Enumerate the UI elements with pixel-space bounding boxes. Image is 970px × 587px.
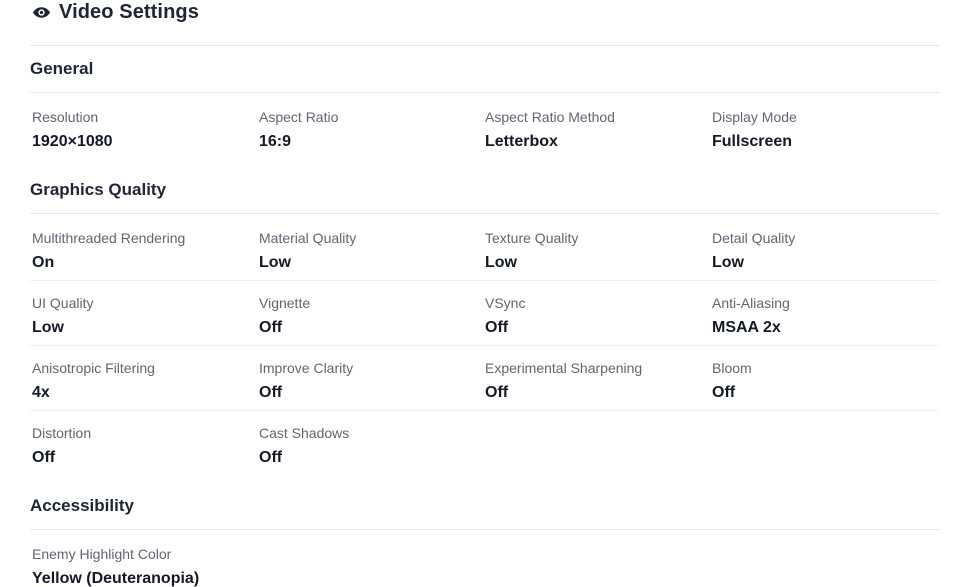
setting-bloom[interactable]: Bloom Off [712,360,932,402]
setting-label: Aspect Ratio Method [485,109,615,125]
setting-material-quality[interactable]: Material Quality Low [259,230,479,272]
setting-anti-aliasing[interactable]: Anti-Aliasing MSAA 2x [712,295,932,337]
setting-value: On [32,254,55,271]
setting-label: Resolution [32,109,99,125]
setting-ui-quality[interactable]: UI Quality Low [32,295,252,337]
setting-value: 16:9 [259,133,292,150]
setting-value: 1920×1080 [32,133,113,150]
setting-label: Anisotropic Filtering [32,360,155,376]
setting-label: Bloom [712,360,752,376]
setting-value: Off [259,384,283,401]
setting-label: Detail Quality [712,230,796,246]
setting-label: Experimental Sharpening [485,360,643,376]
setting-value: Yellow (Deuteranopia) [32,570,200,587]
setting-value: Letterbox [485,133,558,150]
row-divider [30,345,938,346]
setting-label: Distortion [32,425,92,441]
row-divider [30,280,938,281]
setting-label: Anti-Aliasing [712,295,790,311]
setting-value: Low [32,319,64,336]
setting-label: Vignette [259,295,311,311]
setting-value: MSAA 2x [712,319,781,336]
setting-value: Low [712,254,744,271]
page-title-text: Video Settings [59,1,199,23]
setting-vignette[interactable]: Vignette Off [259,295,479,337]
setting-texture-quality[interactable]: Texture Quality Low [485,230,705,272]
setting-label: Cast Shadows [259,425,350,441]
setting-value: Off [485,319,509,336]
setting-detail-quality[interactable]: Detail Quality Low [712,230,932,272]
setting-label: UI Quality [32,295,94,311]
eye-icon [32,3,51,22]
setting-aspect-ratio[interactable]: Aspect Ratio 16:9 [259,109,479,151]
setting-value: Fullscreen [712,133,793,150]
divider [30,45,940,46]
setting-distortion[interactable]: Distortion Off [32,425,252,467]
setting-value: 4x [32,384,50,401]
section-heading-general: General [30,59,94,78]
setting-value: Off [712,384,736,401]
setting-label: Improve Clarity [259,360,354,376]
setting-value: Off [259,449,283,466]
setting-experimental-sharpening[interactable]: Experimental Sharpening Off [485,360,705,402]
setting-label: VSync [485,295,526,311]
setting-vsync[interactable]: VSync Off [485,295,705,337]
setting-value: Low [485,254,517,271]
setting-multithreaded-rendering[interactable]: Multithreaded Rendering On [32,230,252,272]
setting-value: Off [32,449,56,466]
setting-value: Off [259,319,283,336]
page-title: Video Settings [32,0,199,25]
setting-improve-clarity[interactable]: Improve Clarity Off [259,360,479,402]
setting-label: Aspect Ratio [259,109,339,125]
setting-display-mode[interactable]: Display Mode Fullscreen [712,109,932,151]
setting-label: Multithreaded Rendering [32,230,186,246]
setting-value: Low [259,254,291,271]
divider [30,92,940,93]
setting-label: Material Quality [259,230,357,246]
setting-aspect-ratio-method[interactable]: Aspect Ratio Method Letterbox [485,109,705,151]
setting-label: Texture Quality [485,230,579,246]
divider [30,213,940,214]
setting-value: Off [485,384,509,401]
row-divider [30,410,938,411]
setting-label: Display Mode [712,109,797,125]
setting-label: Enemy Highlight Color [32,546,172,562]
section-heading-accessibility: Accessibility [30,496,134,515]
setting-anisotropic-filtering[interactable]: Anisotropic Filtering 4x [32,360,252,402]
section-heading-graphics-quality: Graphics Quality [30,180,167,199]
setting-enemy-highlight-color[interactable]: Enemy Highlight Color Yellow (Deuteranop… [32,546,252,587]
setting-cast-shadows[interactable]: Cast Shadows Off [259,425,479,467]
setting-resolution[interactable]: Resolution 1920×1080 [32,109,252,151]
divider [30,529,940,530]
